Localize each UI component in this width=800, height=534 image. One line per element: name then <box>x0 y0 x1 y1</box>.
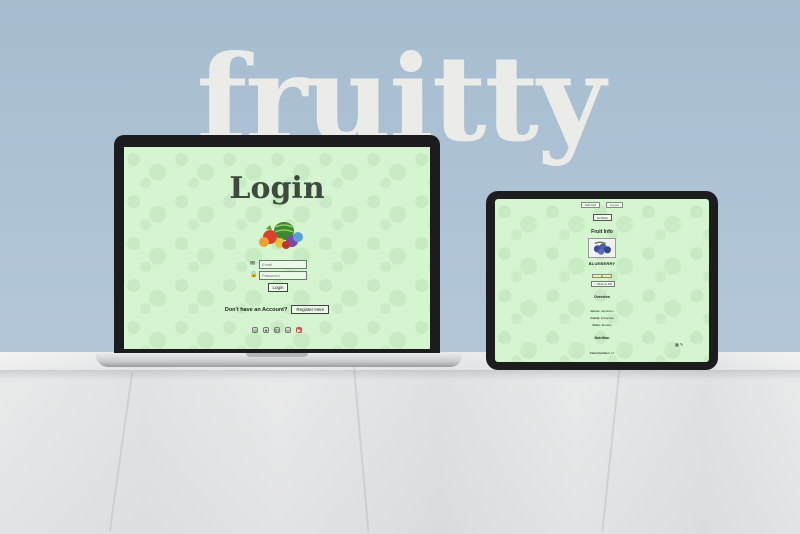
linkedin-icon[interactable]: in <box>274 327 280 334</box>
table-edge <box>0 370 800 380</box>
pencil-icon[interactable]: ✎ <box>680 342 683 347</box>
edit-tools: ▦ ✎ <box>675 342 683 347</box>
marble-vein <box>352 362 370 532</box>
fruit-info-title: Fruit Info <box>591 229 613 235</box>
password-row: 🔒 <box>250 270 307 280</box>
email-row: ✉ <box>250 259 307 269</box>
family-label: Family: <box>590 316 601 320</box>
laptop-notch <box>246 353 308 357</box>
youtube-icon[interactable]: ▶ <box>296 327 302 334</box>
register-button[interactable]: Register Here <box>291 305 330 314</box>
order-value: Ericales <box>601 323 612 327</box>
genus-value: Vaccinium <box>600 309 614 313</box>
nav-log-out[interactable]: Log out <box>606 202 623 208</box>
carbs-line: Carbohydrates: 17 <box>495 351 709 355</box>
genus-line: Genus: Vaccinium <box>495 309 709 313</box>
laptop-screen: Login ✉ 🔒 Login Don't have an Account? R… <box>124 147 430 349</box>
social-links: ◎ ● in ∞ ▶ <box>124 327 430 334</box>
tablet-device: Edit Card Log out Go Back Fruit Info BLU… <box>486 191 718 370</box>
carbs-value: 17 <box>611 351 615 355</box>
laptop-device: Login ✉ 🔒 Login Don't have an Account? R… <box>114 135 440 355</box>
fruit-pile-image <box>259 222 303 249</box>
overview-heading: Overview <box>594 295 610 299</box>
show-info-button[interactable]: ♡ Show on Info <box>591 281 616 287</box>
lock-icon: 🔒 <box>250 272 258 278</box>
grid-icon[interactable]: ▦ <box>675 342 679 347</box>
marble-vein <box>108 372 134 532</box>
tablet-screen: Edit Card Log out Go Back Fruit Info BLU… <box>495 199 709 362</box>
blueberry-image <box>588 238 616 258</box>
genus-label: Genus: <box>590 309 601 313</box>
marble-vein <box>601 367 621 532</box>
nav-edit-card[interactable]: Edit Card <box>581 202 601 208</box>
family-value: Ericaceae <box>601 316 614 320</box>
nutrition-heading: Nutrition <box>594 336 610 340</box>
family-line: Family: Ericaceae <box>495 316 709 320</box>
go-back-button[interactable]: Go Back <box>593 214 612 221</box>
account-prompt: Don't have an Account? <box>224 306 288 313</box>
order-line: Order: Ericales <box>495 323 709 327</box>
carbs-label: Carbohydrates: <box>589 351 611 355</box>
github-icon[interactable]: ● <box>263 327 269 334</box>
link-icon[interactable]: ∞ <box>285 327 291 334</box>
instagram-icon[interactable]: ◎ <box>252 327 258 334</box>
email-input[interactable] <box>259 259 307 269</box>
order-label: Order: <box>592 323 601 327</box>
login-button[interactable]: Login <box>268 283 288 292</box>
password-input[interactable] <box>259 270 307 280</box>
rating-bar: ★ <box>592 274 612 278</box>
page-title: Login <box>229 171 325 206</box>
envelope-icon: ✉ <box>250 261 256 267</box>
register-row: Don't have an Account? Register Here <box>124 305 430 314</box>
tablet-nav: Edit Card Log out <box>495 202 709 208</box>
fruit-name: BLUEBERRY <box>588 261 616 266</box>
